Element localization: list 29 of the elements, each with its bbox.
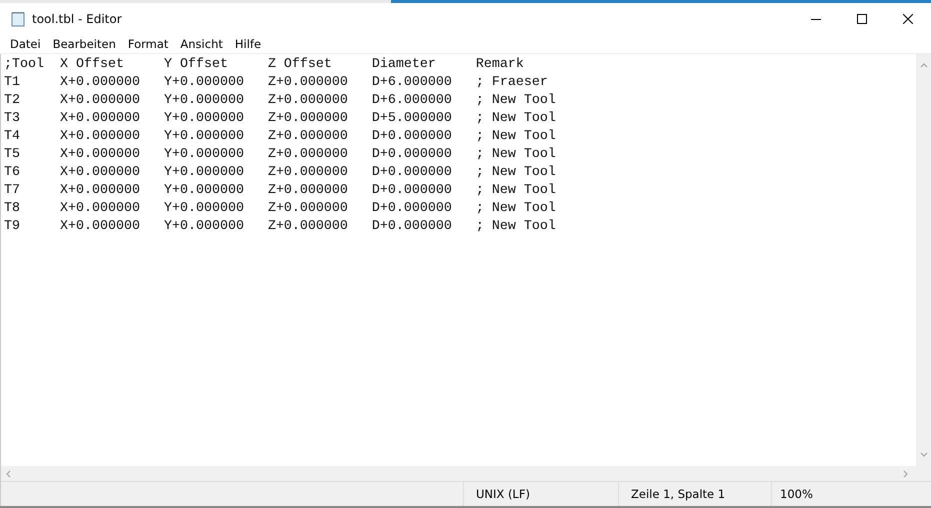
menu-item[interactable]: Datei — [4, 37, 47, 51]
scroll-down-icon[interactable] — [920, 452, 928, 458]
zoom-level: 100% — [771, 482, 931, 506]
text-line: T6 X+0.000000 Y+0.000000 Z+0.000000 D+0.000000 ; New Tool — [4, 164, 557, 182]
menu-item[interactable]: Hilfe — [228, 37, 268, 51]
text-line: T3 X+0.000000 Y+0.000000 Z+0.000000 D+5.000000 ; New Tool — [4, 110, 557, 128]
menu-item[interactable]: Bearbeiten — [46, 37, 122, 51]
minimize-icon — [811, 18, 821, 20]
text-line: T4 X+0.000000 Y+0.000000 Z+0.000000 D+0.000000 ; New Tool — [4, 128, 557, 146]
cursor-position: Zeile 1, Spalte 1 — [618, 482, 771, 506]
scroll-up-icon[interactable] — [920, 62, 928, 68]
vertical-scrollbar[interactable] — [916, 54, 931, 466]
text-line: T1 X+0.000000 Y+0.000000 Z+0.000000 D+6.000000 ; Fraeser — [4, 74, 549, 92]
horizontal-scrollbar[interactable] — [1, 466, 931, 482]
text-line: T9 X+0.000000 Y+0.000000 Z+0.000000 D+0.000000 ; New Tool — [4, 218, 557, 236]
text-line: T7 X+0.000000 Y+0.000000 Z+0.000000 D+0.000000 ; New Tool — [4, 182, 557, 200]
text-line: T5 X+0.000000 Y+0.000000 Z+0.000000 D+0.000000 ; New Tool — [4, 146, 557, 164]
encoding-status: UNIX (LF) — [463, 482, 618, 506]
window-title: tool.tbl - Editor — [32, 12, 122, 26]
scroll-left-icon[interactable] — [5, 470, 11, 478]
scroll-right-icon[interactable] — [903, 470, 909, 478]
menu-item[interactable]: Ansicht — [174, 37, 229, 51]
maximize-icon — [857, 14, 867, 24]
notepad-icon — [10, 11, 26, 27]
text-line: T8 X+0.000000 Y+0.000000 Z+0.000000 D+0.000000 ; New Tool — [4, 200, 557, 218]
close-icon — [903, 14, 913, 24]
text-line: T2 X+0.000000 Y+0.000000 Z+0.000000 D+6.000000 ; New Tool — [4, 92, 557, 110]
menu-item[interactable]: Format — [122, 37, 174, 51]
text-line: ;Tool X Offset Y Offset Z Offset Diameter Remark — [4, 56, 525, 74]
